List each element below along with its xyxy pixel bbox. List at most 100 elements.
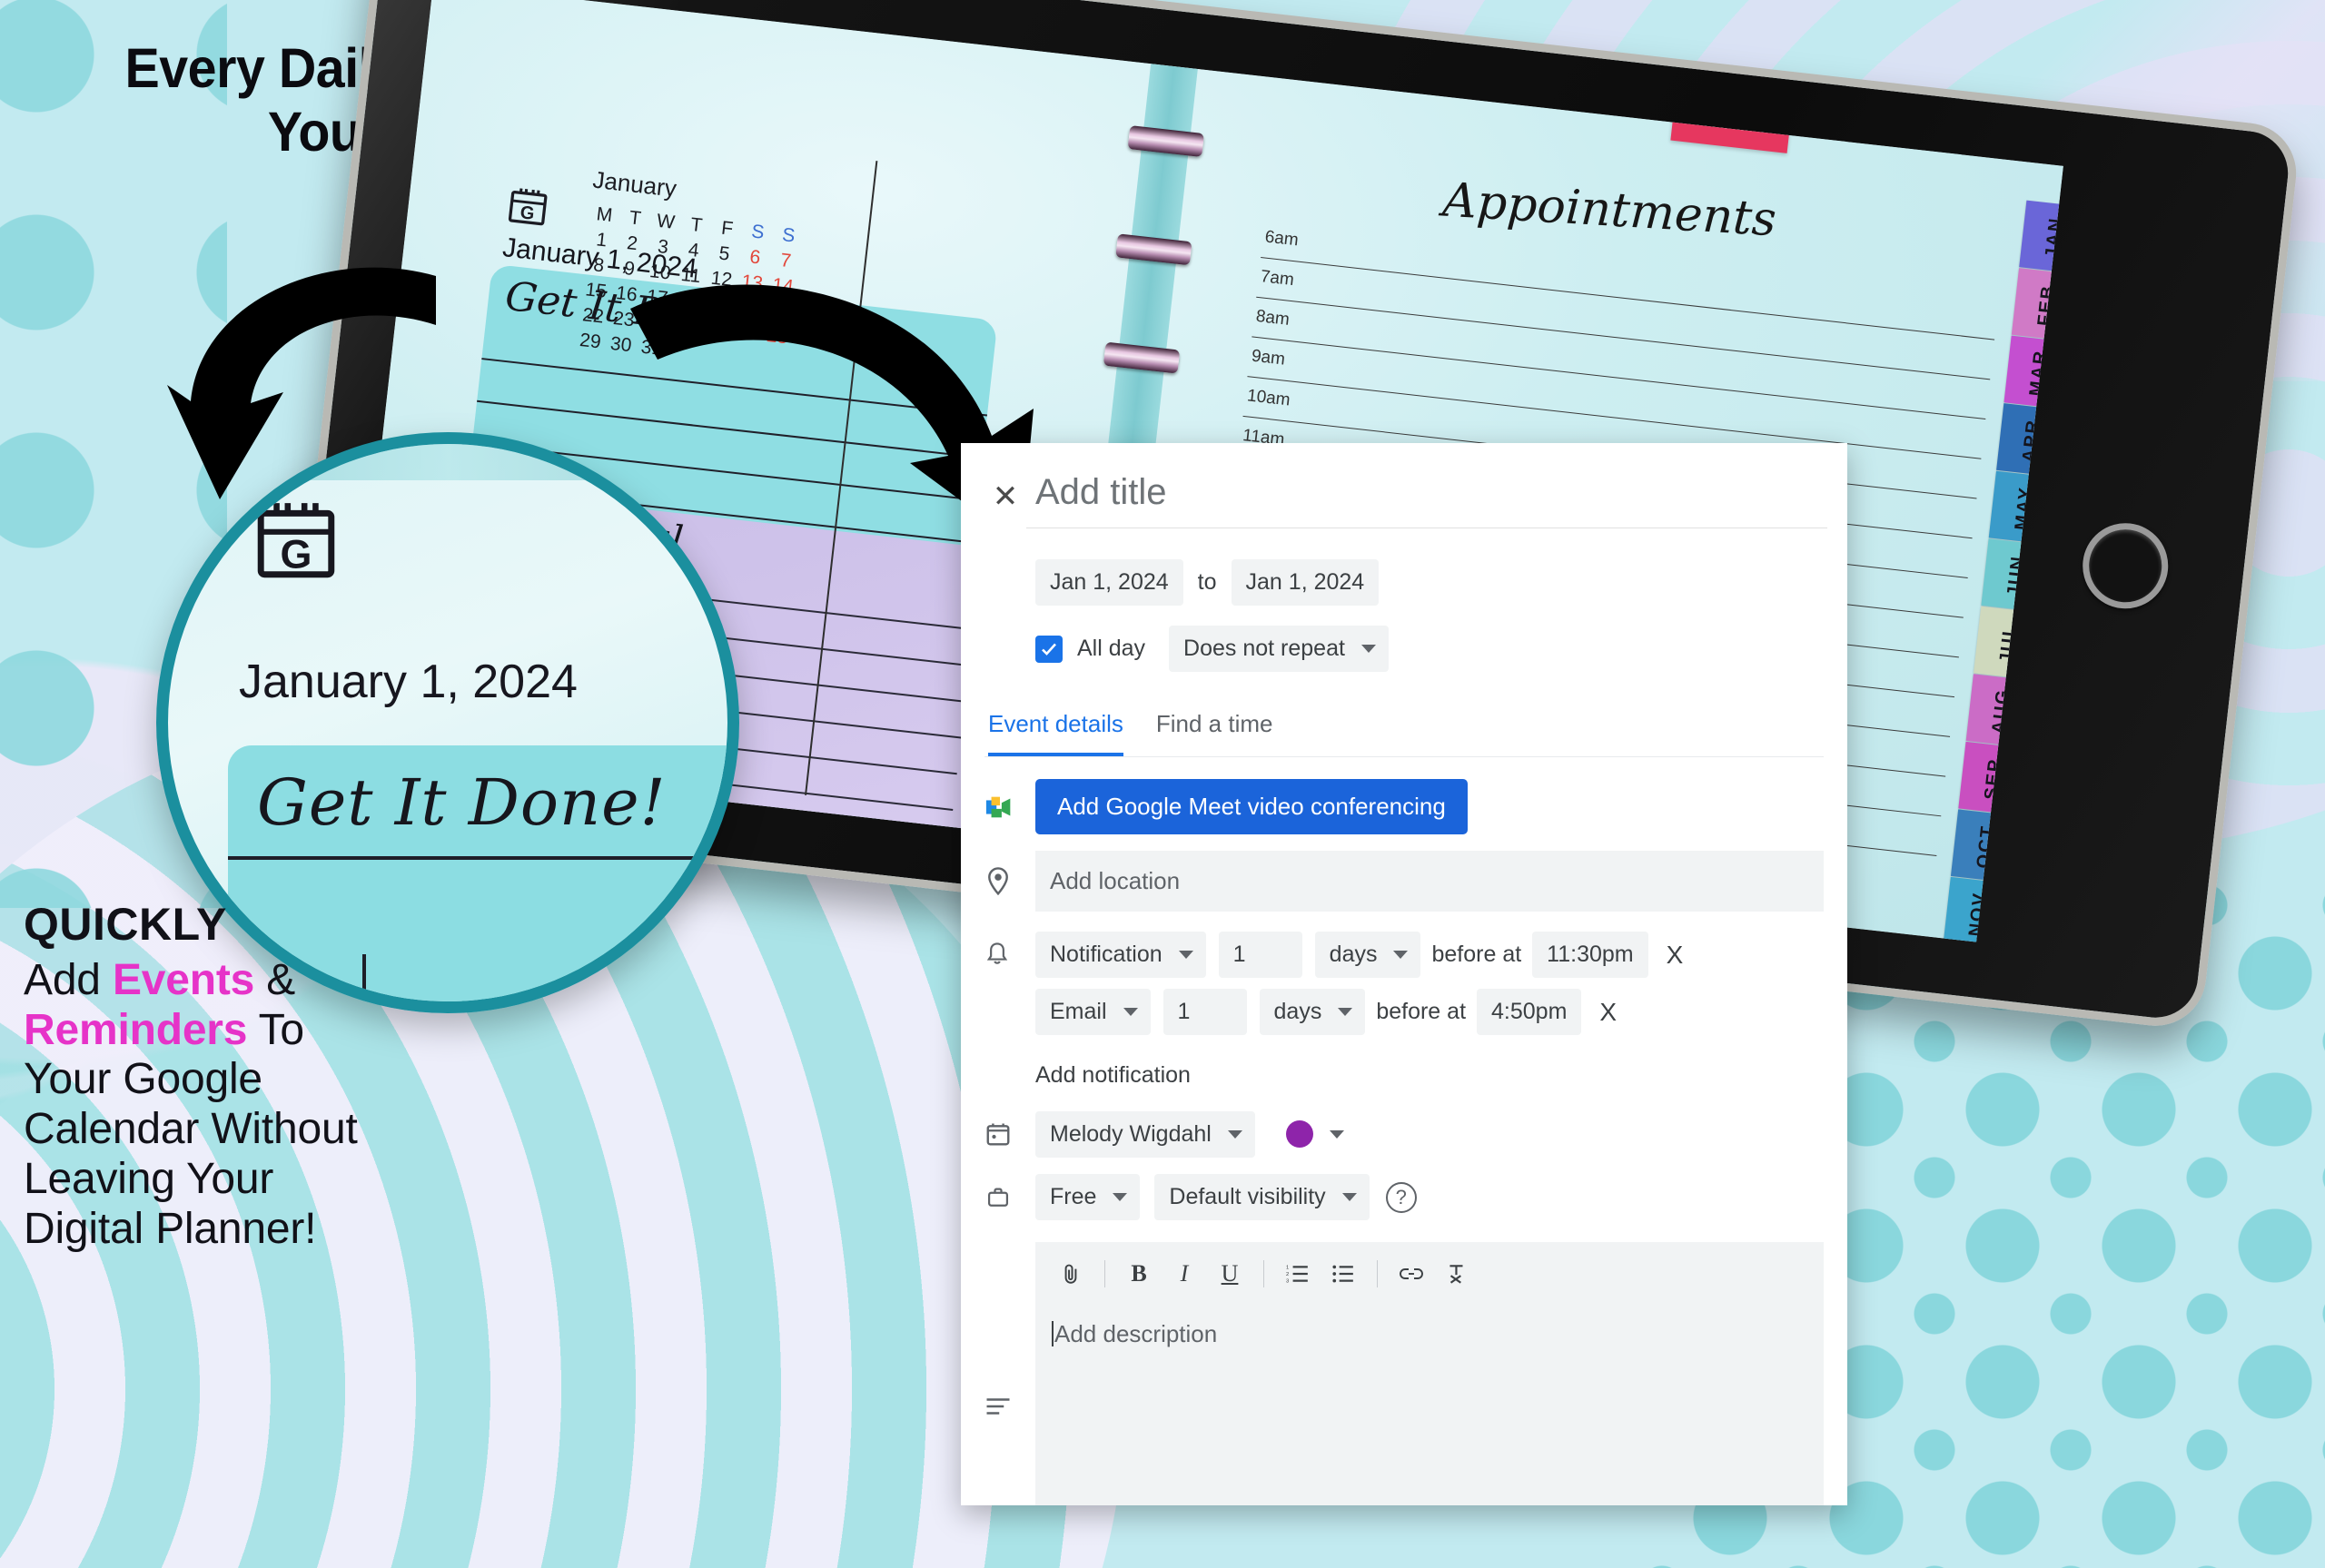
start-date-chip[interactable]: Jan 1, 2024: [1035, 559, 1183, 606]
description-editor: B I U 1 2 3 Add description: [1035, 1242, 1824, 1505]
dialog-body: Jan 1, 2024 to Jan 1, 2024 All day Does …: [961, 559, 1847, 1505]
notification-unit-select[interactable]: days: [1259, 989, 1366, 1035]
promo-graphic: Every Daily Page Connects You To Your Go…: [0, 0, 2325, 1568]
visibility-select[interactable]: Default visibility: [1154, 1174, 1370, 1220]
description-placeholder: Add description: [1054, 1320, 1218, 1347]
repeat-select[interactable]: Does not repeat: [1169, 626, 1389, 672]
dialog-titlebar: ✕: [961, 443, 1847, 528]
promo-body: Add Events & Reminders To Your Google Ca…: [24, 956, 532, 1254]
appointments-title: Appointments: [1441, 173, 1778, 248]
text-caret: [1052, 1321, 1054, 1346]
event-color-select[interactable]: [1271, 1110, 1357, 1158]
bold-icon[interactable]: B: [1118, 1253, 1160, 1295]
visibility-value: Default visibility: [1169, 1184, 1326, 1209]
chevron-down-icon: [1178, 951, 1193, 959]
mini-calendar-day[interactable]: 6: [738, 243, 772, 272]
notification-unit-value: days: [1273, 999, 1322, 1024]
add-google-meet-button[interactable]: Add Google Meet video conferencing: [1035, 779, 1468, 834]
italic-icon[interactable]: I: [1163, 1253, 1205, 1295]
mini-calendar-weekday: W: [655, 210, 677, 233]
description-lines-icon: [984, 1242, 1035, 1505]
tab-find-a-time[interactable]: Find a time: [1156, 710, 1273, 756]
mini-calendar-day[interactable]: 1: [585, 226, 618, 255]
notification-amount-input[interactable]: [1218, 932, 1302, 978]
close-icon[interactable]: ✕: [984, 476, 1026, 518]
toolbar-divider: [1377, 1260, 1378, 1287]
svg-text:3: 3: [1286, 1279, 1289, 1285]
chevron-down-icon: [1227, 1129, 1242, 1139]
promo-line-2: Reminders To: [24, 1006, 532, 1056]
notification-type-select[interactable]: Email: [1035, 989, 1151, 1035]
underline-icon[interactable]: U: [1209, 1253, 1251, 1295]
promo-reminders-highlight: Reminders: [24, 1005, 248, 1054]
end-date-chip[interactable]: Jan 1, 2024: [1231, 559, 1380, 606]
promo-line-1: Add Events &: [24, 956, 532, 1006]
calendar-owner-select[interactable]: Melody Wigdahl: [1035, 1110, 1255, 1158]
notification-amount-input[interactable]: [1162, 989, 1247, 1035]
notification-type-value: Notification: [1050, 942, 1162, 967]
location-pin-icon: [984, 866, 1035, 897]
all-day-toggle[interactable]: All day: [1035, 635, 1145, 663]
dialog-tabs: Event details Find a time: [984, 710, 1824, 757]
link-icon[interactable]: [1390, 1253, 1432, 1295]
mini-calendar-day[interactable]: 2: [616, 230, 649, 259]
visibility-row: Free Default visibility ?: [984, 1174, 1824, 1220]
mini-calendar-day[interactable]: 7: [769, 247, 803, 276]
description-input[interactable]: Add description: [1035, 1306, 1824, 1505]
mini-calendar-day[interactable]: 3: [646, 233, 679, 262]
promo-events-highlight: Events: [112, 956, 255, 1004]
mini-calendar-weekday: T: [689, 213, 704, 237]
chevron-down-icon: [1360, 645, 1376, 653]
help-icon[interactable]: ?: [1385, 1181, 1417, 1213]
location-input[interactable]: [1035, 851, 1824, 912]
toolbar-divider: [1263, 1260, 1264, 1287]
toolbar-divider: [1104, 1260, 1105, 1287]
notification-type-value: Email: [1050, 999, 1107, 1024]
google-meet-row: Add Google Meet video conferencing: [984, 779, 1824, 834]
attach-icon[interactable]: [1050, 1253, 1092, 1295]
busy-status-select[interactable]: Free: [1035, 1174, 1141, 1220]
promo-line-6: Digital Planner!: [24, 1204, 317, 1253]
chevron-down-icon: [1329, 1129, 1344, 1139]
chevron-down-icon: [1341, 1193, 1357, 1201]
event-color-swatch: [1285, 1120, 1313, 1148]
mini-calendar-day[interactable]: 5: [707, 240, 741, 269]
notification-before-label: before at: [1376, 999, 1467, 1024]
binder-ring: [1103, 341, 1181, 374]
repeat-value: Does not repeat: [1183, 636, 1345, 661]
tab-event-details[interactable]: Event details: [988, 710, 1123, 756]
event-title-input[interactable]: [1026, 465, 1827, 528]
notification-time-chip[interactable]: 11:30pm: [1532, 932, 1648, 978]
notification-unit-select[interactable]: days: [1314, 932, 1421, 978]
clear-formatting-icon[interactable]: [1436, 1253, 1478, 1295]
event-date-row: Jan 1, 2024 to Jan 1, 2024: [1035, 559, 1824, 606]
notification-before-label: before at: [1431, 942, 1522, 967]
add-notification-button[interactable]: Add notification: [1035, 1062, 1824, 1089]
location-row: [984, 851, 1824, 912]
google-meet-icon: [984, 794, 1035, 821]
svg-text:1: 1: [1286, 1266, 1289, 1271]
svg-text:G: G: [281, 531, 312, 577]
briefcase-icon: [984, 1185, 1035, 1210]
promo-copy: QUICKLY Add Events & Reminders To Your G…: [24, 899, 532, 1254]
binder-ring: [1127, 125, 1205, 158]
notification-time-chip[interactable]: 4:50pm: [1477, 989, 1582, 1035]
checkbox-checked-icon[interactable]: [1035, 635, 1063, 663]
mini-calendar-weekday: F: [720, 217, 735, 240]
remove-notification-button[interactable]: X: [1588, 992, 1628, 1032]
mini-calendar-weekday: S: [781, 224, 796, 247]
svg-text:2: 2: [1286, 1272, 1289, 1277]
mini-calendar-day[interactable]: 4: [677, 237, 710, 266]
appointment-time-label: 6am: [1263, 227, 1300, 251]
remove-notification-button[interactable]: X: [1656, 935, 1695, 975]
notification-type-select[interactable]: Notification: [1035, 932, 1206, 978]
chevron-down-icon: [1123, 1008, 1138, 1016]
numbered-list-icon[interactable]: 1 2 3: [1277, 1253, 1319, 1295]
google-calendar-g-icon[interactable]: G: [252, 497, 341, 590]
chevron-down-icon: [1338, 1008, 1353, 1016]
promo-to-text: To: [247, 1005, 305, 1054]
magnifier-top-strip: [168, 444, 727, 480]
calendar-owner-row: Melody Wigdahl: [984, 1110, 1824, 1158]
bulleted-list-icon[interactable]: [1322, 1253, 1364, 1295]
mini-calendar-weekday: T: [628, 207, 642, 230]
